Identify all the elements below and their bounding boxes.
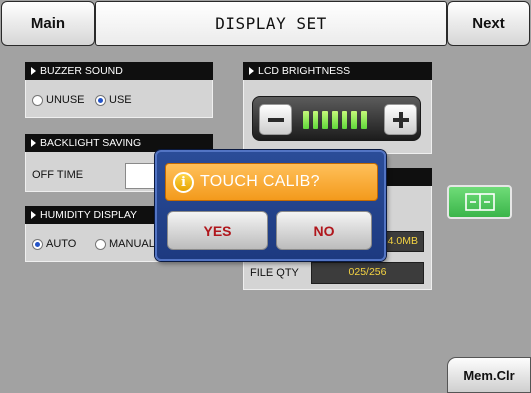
brightness-level-bar [312, 111, 319, 129]
brightness-level-bar [361, 111, 367, 129]
plus-icon-vertical [399, 112, 403, 128]
backlight-saving-title: BACKLIGHT SAVING [40, 137, 142, 149]
dialog-banner: i TOUCH CALIB? [165, 163, 378, 201]
arrow-right-icon [31, 67, 36, 75]
page-title: DISPLAY SET [95, 1, 447, 46]
file-qty-value: 025/256 [311, 262, 424, 284]
no-button[interactable]: NO [276, 211, 372, 250]
no-button-label: NO [313, 222, 335, 239]
buzzer-option-unuse[interactable]: UNUSE [32, 94, 85, 106]
yes-button-label: YES [203, 222, 232, 239]
humidity-option-auto[interactable]: AUTO [32, 238, 76, 250]
radio-button[interactable] [32, 238, 43, 250]
radio-label: USE [109, 94, 132, 106]
off-time-label: OFF TIME [32, 169, 84, 181]
brightness-level-bar [332, 111, 338, 129]
touch-calibration-icon [464, 193, 495, 211]
minus-icon [268, 118, 284, 122]
brightness-level-bar [303, 111, 309, 129]
radio-button[interactable] [95, 94, 106, 106]
buzzer-sound-title: BUZZER SOUND [40, 65, 123, 77]
main-button-label: Main [30, 15, 66, 32]
dialog-message: TOUCH CALIB? [200, 173, 320, 190]
brightness-level-bar [351, 111, 358, 129]
mem-clr-label: Mem.Clr [463, 367, 515, 383]
brightness-increase-button[interactable] [384, 104, 417, 135]
touch-calibration-button[interactable] [447, 185, 512, 219]
page-title-text: DISPLAY SET [215, 14, 327, 33]
info-icon: i [173, 171, 194, 193]
humidity-option-manual[interactable]: MANUAL [95, 238, 155, 250]
brightness-control [252, 96, 421, 141]
arrow-right-icon [249, 67, 254, 75]
radio-button[interactable] [95, 238, 106, 250]
lcd-brightness-header: LCD BRIGHTNESS [243, 62, 432, 80]
radio-button[interactable] [32, 94, 43, 106]
next-button-label: Next [472, 15, 505, 32]
radio-label: MANUAL [109, 238, 155, 250]
next-button[interactable]: Next [447, 1, 530, 46]
arrow-right-icon [31, 211, 36, 219]
yes-button[interactable]: YES [167, 211, 268, 250]
radio-label: AUTO [46, 238, 77, 250]
main-button[interactable]: Main [1, 1, 95, 46]
brightness-decrease-button[interactable] [259, 104, 292, 135]
brightness-level-bar [322, 111, 329, 129]
radio-label: UNUSE [46, 94, 85, 106]
mem-clr-button[interactable]: Mem.Clr [447, 357, 531, 393]
humidity-display-title: HUMIDITY DISPLAY [40, 209, 138, 221]
buzzer-option-use[interactable]: USE [95, 94, 132, 106]
touch-calib-dialog: i TOUCH CALIB? YES NO [155, 150, 386, 261]
file-qty-label: FILE QTY [250, 267, 299, 279]
brightness-level-bar [341, 111, 348, 129]
lcd-brightness-title: LCD BRIGHTNESS [258, 65, 351, 77]
arrow-right-icon [31, 139, 36, 147]
brightness-level-bars [303, 111, 369, 129]
buzzer-sound-header: BUZZER SOUND [25, 62, 213, 80]
